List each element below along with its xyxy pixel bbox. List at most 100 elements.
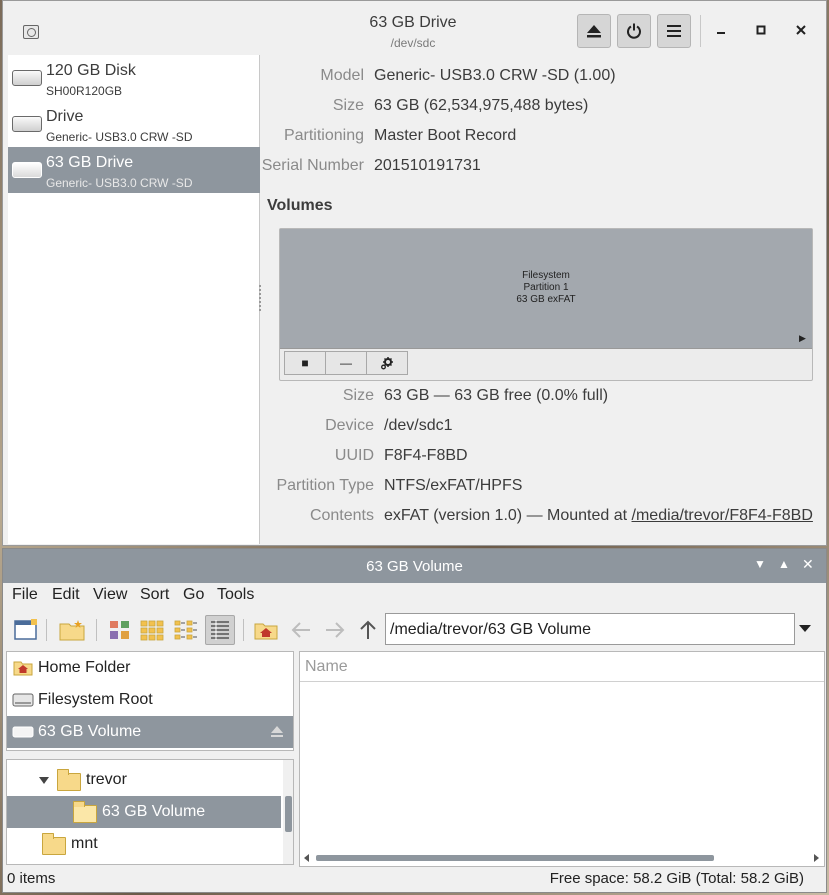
- device-label: Device: [325, 417, 374, 434]
- places-pane: Home Folder Filesystem Root 63 GB Volume: [6, 651, 294, 751]
- device-value: /dev/sdc1: [384, 417, 453, 434]
- minimize-button[interactable]: [711, 21, 731, 41]
- drive-item-63gb-drive[interactable]: 63 GB Drive Generic- USB3.0 CRW -SD: [8, 147, 260, 193]
- arrow-up-icon: [360, 620, 376, 639]
- path-input[interactable]: /media/trevor/63 GB Volume: [385, 613, 795, 645]
- file-manager-titlebar[interactable]: 63 GB Volume ▼ ▲ ✕: [3, 549, 826, 583]
- chevron-down-icon: ▼: [754, 557, 766, 571]
- menu-file[interactable]: File: [12, 586, 38, 604]
- size-label: Size: [332, 97, 364, 114]
- menu-tools[interactable]: Tools: [217, 586, 254, 604]
- serial-number-label: Serial Number: [261, 157, 364, 174]
- new-window-button[interactable]: [11, 615, 41, 645]
- partitioning-value: Master Boot Record: [374, 127, 517, 144]
- size-value: 63 GB (62,534,975,488 bytes): [374, 97, 589, 114]
- eject-button[interactable]: [577, 14, 611, 48]
- drive-name: 63 GB Drive: [46, 154, 134, 171]
- unmount-button[interactable]: ■: [284, 351, 326, 375]
- delete-partition-button[interactable]: —: [325, 351, 367, 375]
- thumbnail-view-icon: [140, 620, 164, 641]
- arrow-right-icon: [326, 622, 345, 638]
- partition-settings-button[interactable]: [366, 351, 408, 375]
- place-filesystem-root[interactable]: Filesystem Root: [7, 684, 293, 716]
- column-header-name[interactable]: Name: [300, 652, 824, 682]
- drive-item-120gb-disk[interactable]: 120 GB Disk SH00R120GB: [8, 55, 260, 101]
- close-button[interactable]: [791, 21, 811, 41]
- place-label: Home Folder: [38, 659, 131, 676]
- hard-disk-icon: [12, 70, 42, 86]
- drive-menu-button[interactable]: [657, 14, 691, 48]
- menu-sort[interactable]: Sort: [140, 586, 169, 604]
- forward-button[interactable]: [320, 615, 350, 645]
- drive-item-drive[interactable]: Drive Generic- USB3.0 CRW -SD: [8, 101, 260, 147]
- home-button[interactable]: [251, 615, 281, 645]
- thumbnail-view-button[interactable]: [137, 615, 167, 645]
- compact-view-button[interactable]: [171, 615, 201, 645]
- minus-icon: —: [340, 356, 352, 370]
- tree-node-63gb-volume[interactable]: 63 GB Volume: [7, 796, 281, 828]
- power-off-button[interactable]: [617, 14, 651, 48]
- tree-node-mnt[interactable]: mnt: [7, 828, 281, 860]
- minimize-icon: [717, 32, 725, 34]
- scroll-right-icon[interactable]: [814, 854, 819, 862]
- icon-view-icon: [110, 621, 129, 639]
- place-home-folder[interactable]: Home Folder: [7, 652, 293, 684]
- horizontal-scrollbar[interactable]: [304, 852, 820, 864]
- status-free-space: Free space: 58.2 GiB (Total: 58.2 GiB): [549, 870, 804, 887]
- tree-scrollbar-thumb[interactable]: [285, 796, 292, 832]
- close-icon: [796, 25, 806, 35]
- file-list-pane[interactable]: Name: [299, 651, 825, 867]
- uuid-label: UUID: [334, 447, 374, 464]
- hamburger-menu-icon: [667, 25, 681, 37]
- tree-node-trevor[interactable]: trevor: [7, 764, 281, 796]
- tree-scrollbar[interactable]: [283, 760, 293, 864]
- maximize-icon: [756, 25, 766, 35]
- new-folder-button[interactable]: [57, 615, 87, 645]
- tree-node-label: 63 GB Volume: [102, 803, 206, 820]
- disks-window-subtitle: /dev/sdc: [390, 36, 436, 50]
- toolbar-separator: [46, 619, 47, 641]
- icon-view-button[interactable]: [105, 615, 135, 645]
- eject-icon: [587, 25, 601, 38]
- place-63gb-volume[interactable]: 63 GB Volume: [7, 716, 293, 748]
- directory-tree: trevor 63 GB Volume mnt: [6, 759, 294, 865]
- compact-view-icon: [174, 620, 197, 640]
- maximize-button[interactable]: ▲: [778, 557, 790, 571]
- drive-model: Generic- USB3.0 CRW -SD: [46, 176, 193, 190]
- stop-icon: ■: [301, 356, 309, 370]
- horizontal-scrollbar-thumb[interactable]: [316, 855, 714, 861]
- pane-resize-handle[interactable]: [259, 285, 262, 311]
- close-icon: ✕: [802, 556, 814, 572]
- detailed-list-view-button[interactable]: [205, 615, 235, 645]
- volume-toolbar: ■ —: [284, 351, 408, 375]
- back-button[interactable]: [286, 615, 316, 645]
- tree-node-label: mnt: [71, 835, 98, 852]
- column-name-label: Name: [305, 658, 348, 675]
- disks-window-title: 63 GB Drive: [369, 14, 457, 31]
- up-button[interactable]: [353, 615, 383, 645]
- drive-name: 120 GB Disk: [46, 62, 136, 79]
- menu-edit[interactable]: Edit: [52, 586, 80, 604]
- menu-view[interactable]: View: [93, 586, 127, 604]
- place-label: 63 GB Volume: [38, 723, 142, 740]
- drive-model: Generic- USB3.0 CRW -SD: [46, 130, 193, 144]
- expander-down-icon[interactable]: [39, 777, 49, 784]
- new-window-icon: [14, 619, 37, 640]
- menu-go[interactable]: Go: [183, 586, 204, 604]
- path-history-dropdown-icon[interactable]: [799, 625, 811, 632]
- path-text: /media/trevor/63 GB Volume: [390, 621, 591, 638]
- maximize-button[interactable]: [751, 21, 771, 41]
- partition-1-block[interactable]: Filesystem Partition 1 63 GB exFAT ▶: [280, 229, 812, 349]
- drive-icon: [12, 162, 42, 178]
- gears-icon: [381, 357, 393, 370]
- scroll-left-icon[interactable]: [304, 854, 309, 862]
- eject-icon[interactable]: [270, 726, 284, 738]
- minimize-button[interactable]: ▼: [754, 557, 766, 571]
- volume-graph: Filesystem Partition 1 63 GB exFAT ▶ ■ —: [279, 228, 813, 381]
- hard-drive-icon: [12, 693, 34, 707]
- folder-icon: [73, 801, 97, 823]
- close-button[interactable]: ✕: [802, 556, 814, 573]
- mount-point-link[interactable]: /media/trevor/F8F4-F8BD: [632, 507, 813, 524]
- removable-drive-icon: [12, 726, 34, 738]
- partition-line-2: Partition 1: [523, 282, 569, 293]
